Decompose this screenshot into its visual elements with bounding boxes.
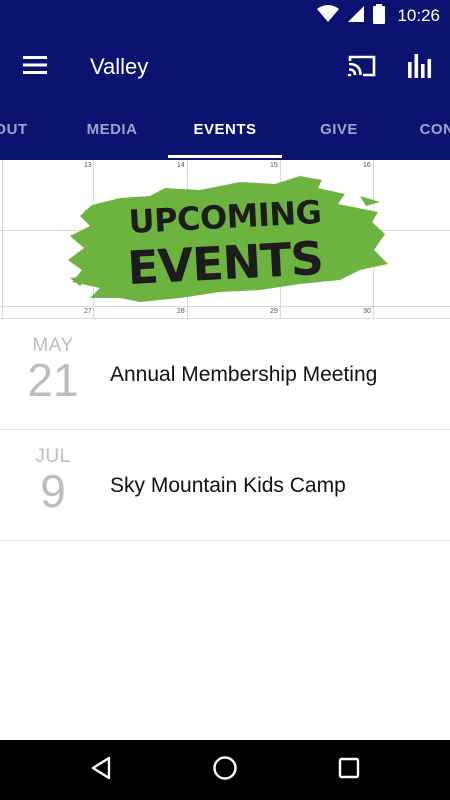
event-date: JUL 9 bbox=[20, 446, 86, 514]
back-button[interactable] bbox=[76, 750, 126, 790]
event-day: 9 bbox=[40, 465, 66, 517]
recents-button[interactable] bbox=[324, 750, 374, 790]
tab-events[interactable]: EVENTS bbox=[168, 102, 282, 160]
cast-icon bbox=[347, 54, 377, 83]
signal-icon bbox=[347, 5, 365, 28]
status-bar: 10:26 bbox=[0, 0, 450, 32]
event-list-item[interactable]: MAY 21 Annual Membership Meeting bbox=[0, 319, 450, 430]
status-icons: 10:26 bbox=[317, 3, 440, 29]
menu-button[interactable] bbox=[16, 49, 54, 85]
status-time: 10:26 bbox=[397, 6, 440, 25]
home-button[interactable] bbox=[200, 750, 250, 790]
app-bar: Valley bbox=[0, 32, 450, 102]
upcoming-events-banner: 13 14 15 16 20 27 28 29 30 UPCOMING EVEN… bbox=[0, 160, 450, 319]
wifi-icon bbox=[317, 4, 340, 28]
tab-media[interactable]: MEDIA bbox=[72, 102, 152, 160]
back-icon bbox=[90, 756, 112, 785]
app-title: Valley bbox=[90, 54, 149, 79]
event-list-item[interactable]: JUL 9 Sky Mountain Kids Camp bbox=[0, 430, 450, 541]
bar-chart-icon bbox=[407, 53, 433, 83]
cast-button[interactable] bbox=[342, 50, 382, 86]
battery-icon bbox=[373, 3, 386, 29]
tab-give[interactable]: GIVE bbox=[300, 102, 378, 160]
tab-about[interactable]: OUT bbox=[0, 102, 36, 160]
event-title: Sky Mountain Kids Camp bbox=[110, 474, 346, 497]
tab-contact[interactable]: CON bbox=[412, 102, 450, 160]
system-navigation-bar bbox=[0, 740, 450, 800]
event-day: 21 bbox=[27, 354, 79, 406]
menu-icon bbox=[22, 55, 48, 80]
home-icon bbox=[212, 755, 238, 786]
event-title: Annual Membership Meeting bbox=[110, 363, 378, 386]
analytics-button[interactable] bbox=[400, 50, 440, 86]
tab-bar: OUT MEDIA EVENTS GIVE CON bbox=[0, 102, 450, 160]
recents-icon bbox=[338, 757, 360, 784]
event-date: MAY 21 bbox=[20, 335, 86, 403]
active-tab-indicator bbox=[168, 155, 282, 158]
